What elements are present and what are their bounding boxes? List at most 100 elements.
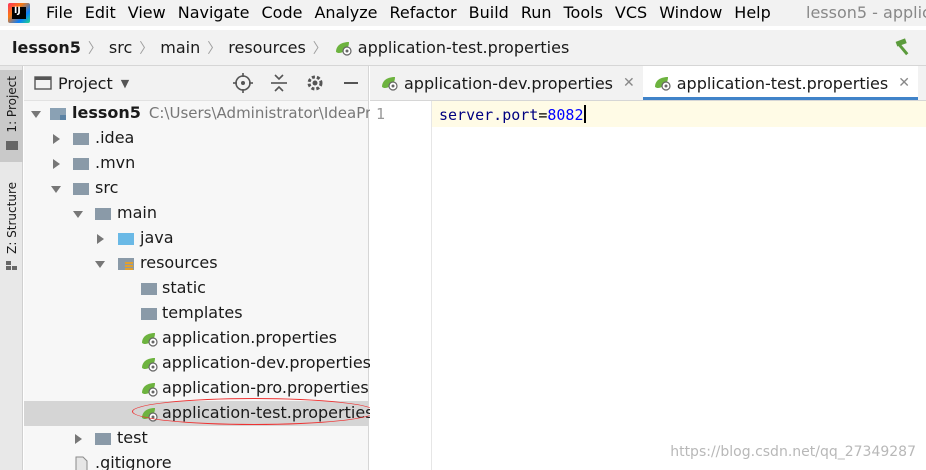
editor-gutter: 1	[370, 101, 432, 470]
tree-item-static[interactable]: static	[24, 276, 369, 301]
chevron-down-icon[interactable]	[30, 108, 42, 120]
tree-item-label: java	[140, 228, 174, 247]
menu-analyze[interactable]: Analyze	[308, 0, 383, 26]
tree-item-label: static	[162, 278, 206, 297]
spring-leaf-icon	[142, 358, 158, 372]
tree-item-src[interactable]: src	[24, 176, 369, 201]
tree-item-label: main	[117, 203, 157, 222]
chevron-down-icon[interactable]	[72, 208, 84, 220]
project-tool-window: Project ▼ lesson5 C:\Users\Administrator\…	[24, 66, 384, 470]
close-icon[interactable]: ✕	[623, 75, 635, 91]
tree-item-resources[interactable]: resources	[24, 251, 369, 276]
tab-label: application-test.properties	[676, 73, 889, 93]
menu-tools[interactable]: Tools	[558, 0, 609, 26]
structure-icon	[5, 260, 17, 270]
spring-leaf-icon	[142, 408, 158, 422]
tree-item-application-pro-properties[interactable]: application-pro.properties	[24, 376, 369, 401]
collapse-all-icon[interactable]	[268, 72, 290, 94]
property-key: server.port	[439, 106, 539, 124]
chevron-right-icon[interactable]	[50, 158, 62, 170]
menu-refactor[interactable]: Refactor	[384, 0, 463, 26]
tree-item-label: application.properties	[162, 328, 337, 347]
navigation-bar: lesson5 〉 src 〉 main 〉 resources 〉 appli…	[0, 30, 926, 66]
code-line[interactable]: server.port=8082	[439, 105, 586, 124]
chevron-right-icon: 〉	[312, 40, 327, 57]
module-folder-icon	[50, 108, 66, 120]
tree-item-main[interactable]: main	[24, 201, 369, 226]
folder-icon	[141, 283, 157, 295]
editor-pane: application-dev.properties ✕ application…	[370, 66, 926, 470]
menu-file[interactable]: File	[40, 0, 79, 26]
tree-item-application-dev-properties[interactable]: application-dev.properties	[24, 351, 371, 376]
tree-item-label: .idea	[95, 128, 135, 147]
tree-item-java[interactable]: java	[24, 226, 369, 251]
module-path: C:\Users\Administrator\IdeaProj	[148, 104, 385, 122]
menu-run[interactable]: Run	[515, 0, 558, 26]
tree-item-application-properties[interactable]: application.properties	[24, 326, 369, 351]
dropdown-caret-icon[interactable]: ▼	[121, 77, 129, 90]
gear-icon[interactable]	[304, 72, 326, 94]
menu-view[interactable]: View	[122, 0, 172, 26]
folder-icon	[95, 208, 111, 220]
breadcrumb-file[interactable]: application-test.properties	[334, 38, 569, 57]
code-area[interactable]: server.port=8082	[432, 101, 926, 470]
locate-file-icon[interactable]	[232, 72, 254, 94]
folder-icon	[73, 183, 89, 195]
file-icon	[75, 456, 88, 470]
tree-item-gitignore[interactable]: .gitignore	[24, 451, 369, 470]
window-title: lesson5 - applica	[806, 3, 926, 22]
source-folder-icon	[118, 233, 134, 245]
tool-window-structure-tab[interactable]: Z: Structure	[0, 182, 23, 282]
menu-code[interactable]: Code	[256, 0, 309, 26]
project-tree: lesson5 C:\Users\Administrator\IdeaProj .…	[24, 101, 384, 470]
folder-icon	[73, 133, 89, 145]
tree-item-mvn[interactable]: .mvn	[24, 151, 369, 176]
tab-application-test-properties[interactable]: application-test.properties ✕	[642, 66, 919, 100]
folder-icon	[95, 433, 111, 445]
tab-overflow[interactable]: a	[918, 66, 926, 100]
chevron-down-icon[interactable]	[94, 258, 106, 270]
menu-navigate[interactable]: Navigate	[172, 0, 256, 26]
tree-item-application-test-properties[interactable]: application-test.properties	[24, 398, 376, 426]
menu-window[interactable]: Window	[653, 0, 728, 26]
tab-application-dev-properties[interactable]: application-dev.properties ✕	[370, 66, 643, 100]
folder-icon	[73, 158, 89, 170]
editor-tab-bar: application-dev.properties ✕ application…	[370, 66, 926, 101]
breadcrumb-project[interactable]: lesson5	[12, 38, 81, 57]
chevron-down-icon[interactable]	[50, 183, 62, 195]
spring-leaf-icon	[382, 77, 398, 91]
spring-leaf-icon	[335, 41, 352, 56]
menu-build[interactable]: Build	[463, 0, 515, 26]
close-icon[interactable]: ✕	[898, 75, 910, 91]
chevron-right-icon[interactable]	[50, 133, 62, 145]
tree-item-label: .gitignore	[95, 453, 172, 470]
tree-item-label: application-test.properties	[162, 403, 374, 422]
menu-edit[interactable]: Edit	[79, 0, 122, 26]
menu-vcs[interactable]: VCS	[609, 0, 653, 26]
text-caret	[583, 105, 586, 123]
tree-item-label: .mvn	[95, 153, 136, 172]
intellij-logo-icon: IJ	[8, 3, 30, 23]
folder-icon	[5, 140, 18, 150]
menu-help[interactable]: Help	[728, 0, 776, 26]
chevron-right-icon[interactable]	[94, 233, 106, 245]
tool-window-project-tab[interactable]: 1: Project	[0, 70, 23, 162]
resources-folder-icon	[118, 258, 134, 270]
tree-item-label: test	[117, 428, 148, 447]
project-panel-header: Project ▼	[24, 66, 368, 101]
tree-item-label: templates	[162, 303, 243, 322]
property-value: 8082	[547, 106, 584, 124]
minimize-icon[interactable]	[340, 72, 362, 94]
project-panel-title[interactable]: Project	[58, 74, 113, 93]
tree-item-test[interactable]: test	[24, 426, 369, 451]
breadcrumb-main[interactable]: main	[160, 38, 200, 57]
line-number: 1	[376, 105, 386, 123]
tree-item-label: application-dev.properties	[162, 353, 371, 372]
build-hammer-icon[interactable]	[894, 38, 914, 56]
breadcrumb-src[interactable]: src	[109, 38, 132, 57]
tree-item-templates[interactable]: templates	[24, 301, 369, 326]
tree-item-idea[interactable]: .idea	[24, 126, 369, 151]
breadcrumb-resources[interactable]: resources	[228, 38, 306, 57]
tree-item-lesson5[interactable]: lesson5 C:\Users\Administrator\IdeaProj	[24, 101, 384, 126]
chevron-right-icon[interactable]	[72, 433, 84, 445]
